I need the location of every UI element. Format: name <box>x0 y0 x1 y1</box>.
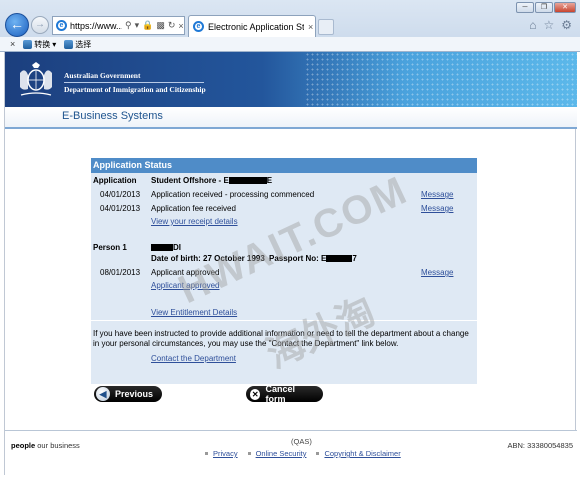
previous-button[interactable]: ◀ Previous <box>94 386 162 402</box>
date-of-birth: Date of birth: 27 October 1993 <box>151 254 265 263</box>
message-link[interactable]: Message <box>421 190 453 199</box>
home-icon[interactable]: ⌂ <box>529 18 536 32</box>
footer: people our business (QAS) Privacy Online… <box>5 431 577 475</box>
browser-tools: ⌂ ☆ ⚙ <box>529 18 572 32</box>
view-receipt-link[interactable]: View your receipt details <box>151 217 238 226</box>
gov-banner: Australian Government Department of Immi… <box>5 52 577 107</box>
footer-abn: ABN: 33380054835 <box>507 441 573 450</box>
online-security-label[interactable]: Online Security <box>256 449 307 458</box>
event-text: Applicant approved <box>151 268 220 277</box>
select-button[interactable]: 选择 <box>64 39 91 50</box>
applicant-approved-link[interactable]: Applicant approved <box>151 281 220 290</box>
privacy-label[interactable]: Privacy <box>213 449 238 458</box>
online-security-link[interactable]: Online Security <box>247 449 307 458</box>
compat-icon[interactable]: ▩ <box>156 20 165 31</box>
view-entitlement-link[interactable]: View Entitlement Details <box>151 308 237 317</box>
event-date: 04/01/2013 <box>100 190 141 199</box>
event-date: 08/01/2013 <box>100 268 141 277</box>
bullet-icon <box>247 452 251 455</box>
copyright-link[interactable]: Copyright & Disclaimer <box>316 449 401 458</box>
footer-tagline: people our business <box>11 441 80 450</box>
restore-button[interactable]: ❐ <box>535 2 553 13</box>
command-bar: × 转换 ▾ 选择 <box>0 37 580 51</box>
tab-close-icon[interactable]: × <box>308 22 313 32</box>
passport-number: Passport No: E 7 <box>269 254 357 263</box>
banner-rule <box>64 82 204 83</box>
convert-button[interactable]: 转换 ▾ <box>23 39 56 50</box>
divider <box>91 320 477 321</box>
new-tab-button[interactable] <box>318 19 334 35</box>
dropdown-icon[interactable]: ▾ <box>135 20 140 31</box>
convert-icon <box>23 39 33 49</box>
copyright-label[interactable]: Copyright & Disclaimer <box>324 449 400 458</box>
panel-heading: Application Status <box>91 158 477 173</box>
window-controls: ─ ❐ ✕ <box>516 2 576 13</box>
arrow-left-icon: ◀ <box>96 387 110 401</box>
event-text: Application fee received <box>151 204 236 213</box>
close-icon: ✕ <box>250 388 261 400</box>
banner-pattern <box>305 52 577 107</box>
footer-qas: (QAS) <box>291 437 312 446</box>
event-date: 04/01/2013 <box>100 204 141 213</box>
close-window-button[interactable]: ✕ <box>554 2 576 13</box>
address-url[interactable]: https://www.... <box>70 21 122 31</box>
convert-label: 转换 <box>34 39 51 49</box>
redaction-bar <box>151 244 173 251</box>
forward-button[interactable]: → <box>31 16 49 34</box>
minimize-button[interactable]: ─ <box>516 2 534 13</box>
browser-tab[interactable]: e Electronic Application St... × <box>188 15 316 37</box>
bullet-icon <box>205 452 208 455</box>
ie-icon: e <box>56 20 67 31</box>
passport-suffix: 7 <box>352 254 357 263</box>
chevron-down-icon[interactable]: ▾ <box>52 40 56 49</box>
event-text: Application received - processing commen… <box>151 190 315 199</box>
bullet-icon <box>316 452 320 455</box>
coat-of-arms-icon <box>20 62 52 96</box>
instructions-text: If you have been instructed to provide a… <box>93 329 469 348</box>
contact-department-link[interactable]: Contact the Department <box>151 354 236 363</box>
redaction-bar <box>228 177 267 184</box>
select-label: 选择 <box>75 39 92 49</box>
application-label: Application <box>93 176 137 185</box>
favorites-star-icon[interactable]: ☆ <box>543 18 554 32</box>
message-link[interactable]: Message <box>421 204 453 213</box>
refresh-icon[interactable]: ↻ <box>168 20 176 31</box>
lock-icon[interactable]: 🔒 <box>142 20 153 31</box>
search-icon[interactable]: ⚲ <box>125 20 132 31</box>
stop-icon[interactable]: × <box>178 21 183 31</box>
application-status-panel: Application Status Application Student O… <box>91 158 477 384</box>
previous-label: Previous <box>115 389 154 399</box>
gear-icon[interactable]: ⚙ <box>561 18 572 32</box>
tab-title: Electronic Application St... <box>208 21 304 32</box>
address-bar[interactable]: e https://www.... ⚲ ▾ 🔒 ▩ ↻ × <box>52 16 185 35</box>
browser-chrome: ─ ❐ ✕ ← → e https://www.... ⚲ ▾ 🔒 ▩ ↻ × … <box>0 0 580 52</box>
back-button[interactable]: ← <box>5 13 29 37</box>
select-icon <box>64 39 74 49</box>
footer-links: Privacy Online Security Copyright & Disc… <box>205 449 401 458</box>
person-name: DI <box>151 243 181 252</box>
privacy-link[interactable]: Privacy <box>205 449 238 458</box>
tab-ie-icon: e <box>193 21 204 32</box>
application-type-suffix: E <box>266 176 273 185</box>
redaction-bar <box>326 255 353 262</box>
system-name: E-Business Systems <box>62 110 163 122</box>
cancel-label: Cancel form <box>265 384 295 404</box>
tagline-people: people <box>11 441 36 450</box>
system-bar: E-Business Systems <box>5 107 577 129</box>
person-name-suffix: DI <box>173 243 181 252</box>
tagline-business: our business <box>37 441 80 450</box>
application-type-text: Student Offshore - E <box>151 176 229 185</box>
page-content: Australian Government Department of Immi… <box>4 52 577 475</box>
cancel-form-button[interactable]: ✕ Cancel form <box>246 384 323 404</box>
gov-name: Australian Government <box>64 71 141 80</box>
message-link[interactable]: Message <box>421 268 453 277</box>
application-type: Student Offshore - E E <box>151 176 272 185</box>
passport-label: Passport No: E <box>269 254 327 263</box>
person-label: Person 1 <box>93 243 127 252</box>
dept-name: Department of Immigration and Citizenshi… <box>64 85 206 94</box>
close-bar-icon[interactable]: × <box>10 39 15 49</box>
